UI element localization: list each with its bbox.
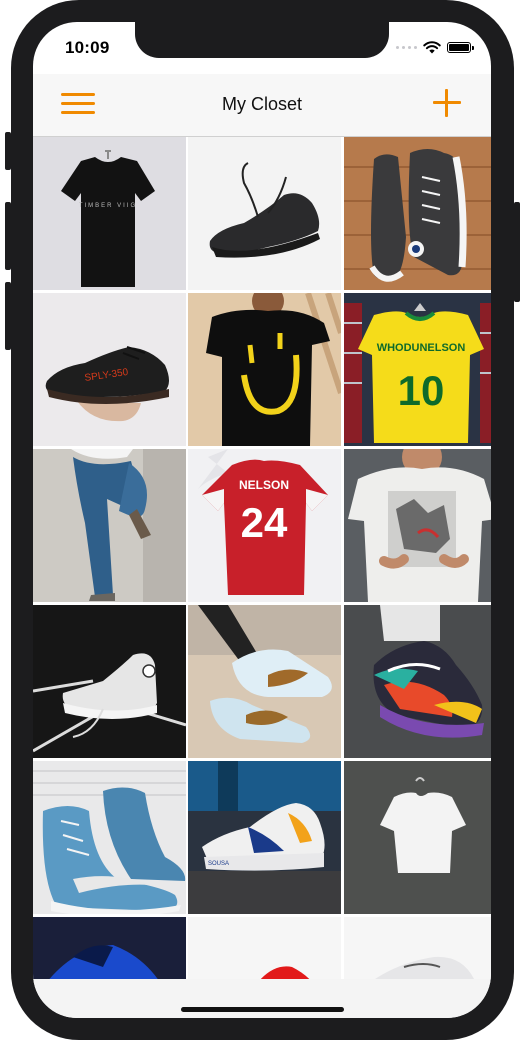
multicolor-airmax-sneaker-item[interactable]: [344, 605, 491, 758]
yellow-brazil-jersey-item[interactable]: WHODUNELSON 10: [344, 293, 491, 446]
blue-jeans-item[interactable]: [33, 449, 186, 602]
svg-text:SOUSA: SOUSA: [208, 861, 229, 867]
black-converse-hightop-item[interactable]: [344, 137, 491, 290]
black-tshirt-item[interactable]: TIMBER VIIG: [33, 137, 186, 290]
battery-icon: [447, 42, 474, 53]
navigation-bar: My Closet: [33, 74, 491, 137]
closet-grid: TIMBER VIIG SPLY-350 WHODUNELSON 10 NELS…: [33, 137, 491, 979]
home-indicator[interactable]: [181, 1007, 344, 1012]
notch: [135, 22, 389, 58]
bottom-bar: [33, 979, 491, 1018]
red-arsenal-jersey-item[interactable]: NELSON 24: [188, 449, 341, 602]
plus-icon[interactable]: [433, 89, 461, 117]
status-icons: [396, 41, 474, 54]
white-converse-hightop-item[interactable]: [33, 605, 186, 758]
svg-text:24: 24: [241, 499, 288, 546]
power-button: [514, 202, 520, 302]
red-sneaker-partial-item[interactable]: [188, 917, 341, 979]
svg-text:10: 10: [398, 367, 445, 414]
svg-text:NELSON: NELSON: [239, 478, 289, 492]
plain-white-tshirt-item[interactable]: [344, 761, 491, 914]
black-running-sneaker-item[interactable]: [188, 137, 341, 290]
white-sneaker-partial-item[interactable]: [344, 917, 491, 979]
app-screen: 10:09 My Closet TIMBER VIIG SPLY-350 WHO…: [33, 22, 491, 1018]
white-nike-af1-sneaker-item[interactable]: [188, 605, 341, 758]
page-title: My Closet: [221, 94, 302, 114]
white-blue-runner-sneaker-item[interactable]: SOUSA: [188, 761, 341, 914]
svg-text:TIMBER VIIG: TIMBER VIIG: [79, 203, 137, 209]
white-graphic-tshirt-item[interactable]: [344, 449, 491, 602]
smiley-print-tshirt-item[interactable]: [188, 293, 341, 446]
wifi-icon: [423, 41, 441, 54]
blue-sneaker-partial-item[interactable]: [33, 917, 186, 979]
black-yeezy-sneaker-item[interactable]: SPLY-350: [33, 293, 186, 446]
status-time: 10:09: [65, 38, 110, 57]
cellular-signal-icon: [396, 46, 417, 49]
svg-text:WHODUNELSON: WHODUNELSON: [377, 342, 466, 354]
blue-nike-blazer-item[interactable]: [33, 761, 186, 914]
